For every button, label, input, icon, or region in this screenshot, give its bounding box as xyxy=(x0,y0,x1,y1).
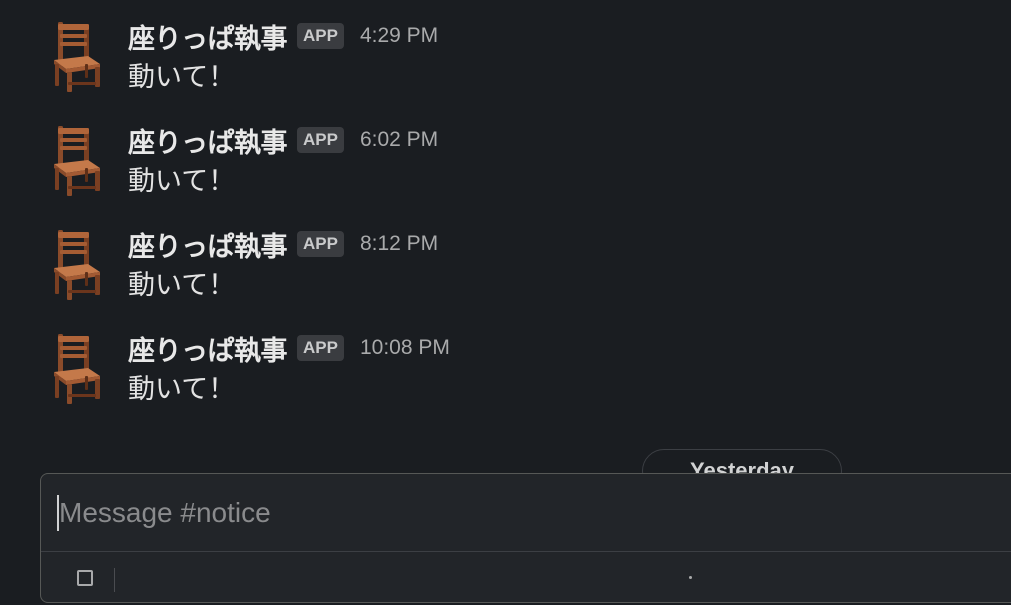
app-badge: APP xyxy=(297,23,344,49)
message-timestamp[interactable]: 4:29 PM xyxy=(360,24,438,48)
message-item[interactable]: 座りっぱ執事 APP 8:12 PM 動いて！ xyxy=(0,208,1011,312)
composer-toolbar xyxy=(41,551,1011,605)
app-badge: APP xyxy=(297,231,344,257)
message-feed: 座りっぱ執事 APP 4:29 PM 動いて！ 座りっぱ執事 APP 6:02 … xyxy=(0,0,1011,470)
sender-name[interactable]: 座りっぱ執事 xyxy=(128,225,288,264)
message-header: 座りっぱ執事 APP 4:29 PM xyxy=(128,17,438,56)
formatting-icon[interactable] xyxy=(77,570,93,586)
chair-icon[interactable] xyxy=(48,228,104,300)
toolbar-divider xyxy=(114,568,115,592)
message-input[interactable] xyxy=(59,494,959,532)
app-badge: APP xyxy=(297,127,344,153)
sender-name[interactable]: 座りっぱ執事 xyxy=(128,121,288,160)
chair-icon[interactable] xyxy=(48,20,104,92)
message-text: 動いて！ xyxy=(128,166,236,197)
app-badge: APP xyxy=(297,335,344,361)
message-timestamp[interactable]: 8:12 PM xyxy=(360,232,438,256)
sender-name[interactable]: 座りっぱ執事 xyxy=(128,329,288,368)
message-timestamp[interactable]: 10:08 PM xyxy=(360,336,450,360)
message-header: 座りっぱ執事 APP 8:12 PM xyxy=(128,225,438,264)
message-item[interactable]: 座りっぱ執事 APP 10:08 PM 動いて！ xyxy=(0,312,1011,416)
chair-icon[interactable] xyxy=(48,124,104,196)
message-header: 座りっぱ執事 APP 10:08 PM xyxy=(128,329,450,368)
sender-name[interactable]: 座りっぱ執事 xyxy=(128,17,288,56)
message-timestamp[interactable]: 6:02 PM xyxy=(360,128,438,152)
message-text: 動いて！ xyxy=(128,270,236,301)
message-text: 動いて！ xyxy=(128,62,236,93)
message-text: 動いて！ xyxy=(128,374,236,405)
message-composer xyxy=(40,473,1011,603)
toolbar-dot-icon xyxy=(689,576,692,579)
message-item[interactable]: 座りっぱ執事 APP 4:29 PM 動いて！ xyxy=(0,0,1011,104)
composer-input-row xyxy=(41,474,1011,551)
message-item[interactable]: 座りっぱ執事 APP 6:02 PM 動いて！ xyxy=(0,104,1011,208)
message-header: 座りっぱ執事 APP 6:02 PM xyxy=(128,121,438,160)
chair-icon[interactable] xyxy=(48,332,104,404)
